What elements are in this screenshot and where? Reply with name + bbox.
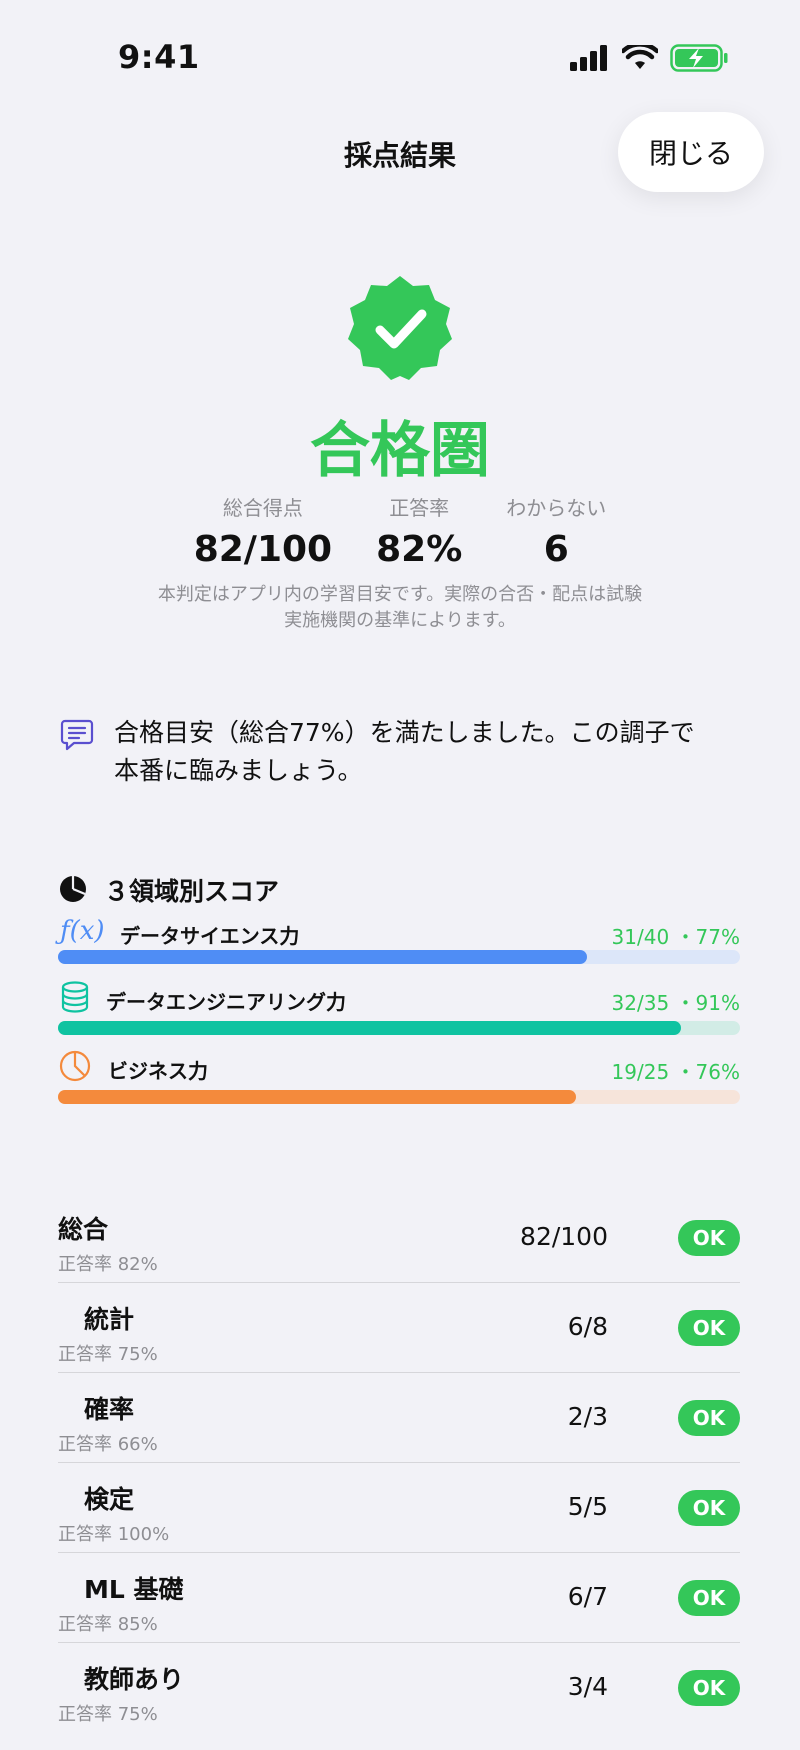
- score-summary: 総合得点 82/100 正答率 82% わからない 6: [0, 492, 800, 570]
- row-title: 検定: [84, 1485, 135, 1514]
- row-title: 総合: [58, 1215, 109, 1244]
- progress-fill: [58, 1090, 577, 1104]
- encouragement-message: 合格目安（総合77%）を満たしました。この調子で 本番に臨みましょう。: [114, 714, 734, 790]
- row-score: 5/5: [567, 1492, 608, 1521]
- message-line: 合格目安（総合77%）を満たしました。この調子で: [114, 718, 695, 747]
- list-item-hypothesis-testing[interactable]: 検定 正答率 100% 5/5 OK: [58, 1480, 740, 1570]
- wifi-icon: [622, 45, 658, 69]
- row-title: 教師あり: [84, 1665, 185, 1694]
- verified-check-badge-icon: [348, 276, 452, 380]
- row-score: 82/100: [520, 1222, 608, 1251]
- status-time: 9:41: [118, 38, 200, 76]
- cellular-signal-icon: [570, 45, 607, 71]
- function-icon: ƒ(x): [60, 916, 105, 946]
- unknown-count-stat: わからない 6: [506, 492, 606, 570]
- row-score: 3/4: [567, 1672, 608, 1701]
- row-accuracy: 正答率 66%: [58, 1434, 158, 1455]
- stat-label: わからない: [506, 496, 607, 520]
- database-icon: [61, 981, 89, 1013]
- row-accuracy: 正答率 82%: [58, 1254, 158, 1275]
- domain-progress-bar: [58, 950, 740, 964]
- divider: [58, 1462, 740, 1463]
- ok-badge: OK: [678, 1490, 740, 1526]
- ok-badge: OK: [678, 1220, 740, 1256]
- pie-chart-icon: [59, 1050, 91, 1082]
- total-score-stat: 総合得点 82/100: [194, 492, 332, 570]
- stat-label: 正答率: [389, 496, 450, 520]
- row-accuracy: 正答率 85%: [58, 1614, 158, 1635]
- divider: [58, 1372, 740, 1373]
- pie-chart-section-icon: [60, 876, 86, 902]
- domain-progress-bar: [58, 1090, 740, 1104]
- ok-badge: OK: [678, 1580, 740, 1616]
- stat-label: 総合得点: [222, 496, 303, 520]
- row-title: 確率: [84, 1395, 135, 1424]
- domain-name: データエンジニアリング力: [106, 990, 346, 1014]
- row-accuracy: 正答率 75%: [58, 1344, 158, 1365]
- domain-progress-bar: [58, 1021, 740, 1035]
- message-line: 本番に臨みましょう。: [114, 756, 363, 785]
- disclaimer-line: 本判定はアプリ内の学習目安です。実際の合否・配点は試験: [157, 584, 643, 605]
- progress-fill: [58, 1021, 682, 1035]
- divider: [58, 1642, 740, 1643]
- domain-name: ビジネス力: [108, 1059, 208, 1083]
- divider: [58, 1282, 740, 1283]
- battery-charging-icon: [670, 44, 728, 72]
- domain-score: 32/35 ・91%: [611, 991, 740, 1015]
- divider: [58, 1552, 740, 1553]
- list-item-total[interactable]: 総合 正答率 82% 82/100 OK: [58, 1210, 740, 1300]
- ok-badge: OK: [678, 1400, 740, 1436]
- list-item-supervised[interactable]: 教師あり 正答率 75% 3/4 OK: [58, 1660, 740, 1750]
- list-item-ml-basics[interactable]: ML 基礎 正答率 85% 6/7 OK: [58, 1570, 740, 1660]
- stat-value: 82/100: [193, 529, 333, 570]
- list-item-statistics[interactable]: 統計 正答率 75% 6/8 OK: [58, 1300, 740, 1390]
- domain-score: 31/40 ・77%: [611, 925, 740, 949]
- result-verdict: 合格圏: [310, 416, 490, 486]
- disclaimer-text: 本判定はアプリ内の学習目安です。実際の合否・配点は試験 実施機関の基準によります…: [120, 582, 680, 634]
- list-item-probability[interactable]: 確率 正答率 66% 2/3 OK: [58, 1390, 740, 1480]
- domain-section-title: ３領域別スコア: [104, 877, 280, 906]
- status-icons: [570, 44, 728, 72]
- accuracy-stat: 正答率 82%: [376, 492, 462, 570]
- ok-badge: OK: [678, 1310, 740, 1346]
- message-bubble-icon: [60, 719, 94, 751]
- close-button[interactable]: 閉じる: [618, 112, 764, 192]
- row-title: 統計: [84, 1305, 135, 1334]
- ok-badge: OK: [678, 1670, 740, 1706]
- row-score: 6/7: [567, 1582, 608, 1611]
- domain-name: データサイエンス力: [120, 924, 300, 948]
- row-accuracy: 正答率 100%: [58, 1524, 170, 1545]
- stat-value: 82%: [376, 529, 463, 570]
- row-score: 6/8: [567, 1312, 608, 1341]
- row-title: ML 基礎: [84, 1575, 184, 1604]
- row-accuracy: 正答率 75%: [58, 1704, 158, 1725]
- row-score: 2/3: [567, 1402, 608, 1431]
- stat-value: 6: [543, 529, 569, 570]
- domain-score: 19/25 ・76%: [611, 1060, 740, 1084]
- progress-fill: [58, 950, 587, 964]
- disclaimer-line: 実施機関の基準によります。: [284, 610, 516, 631]
